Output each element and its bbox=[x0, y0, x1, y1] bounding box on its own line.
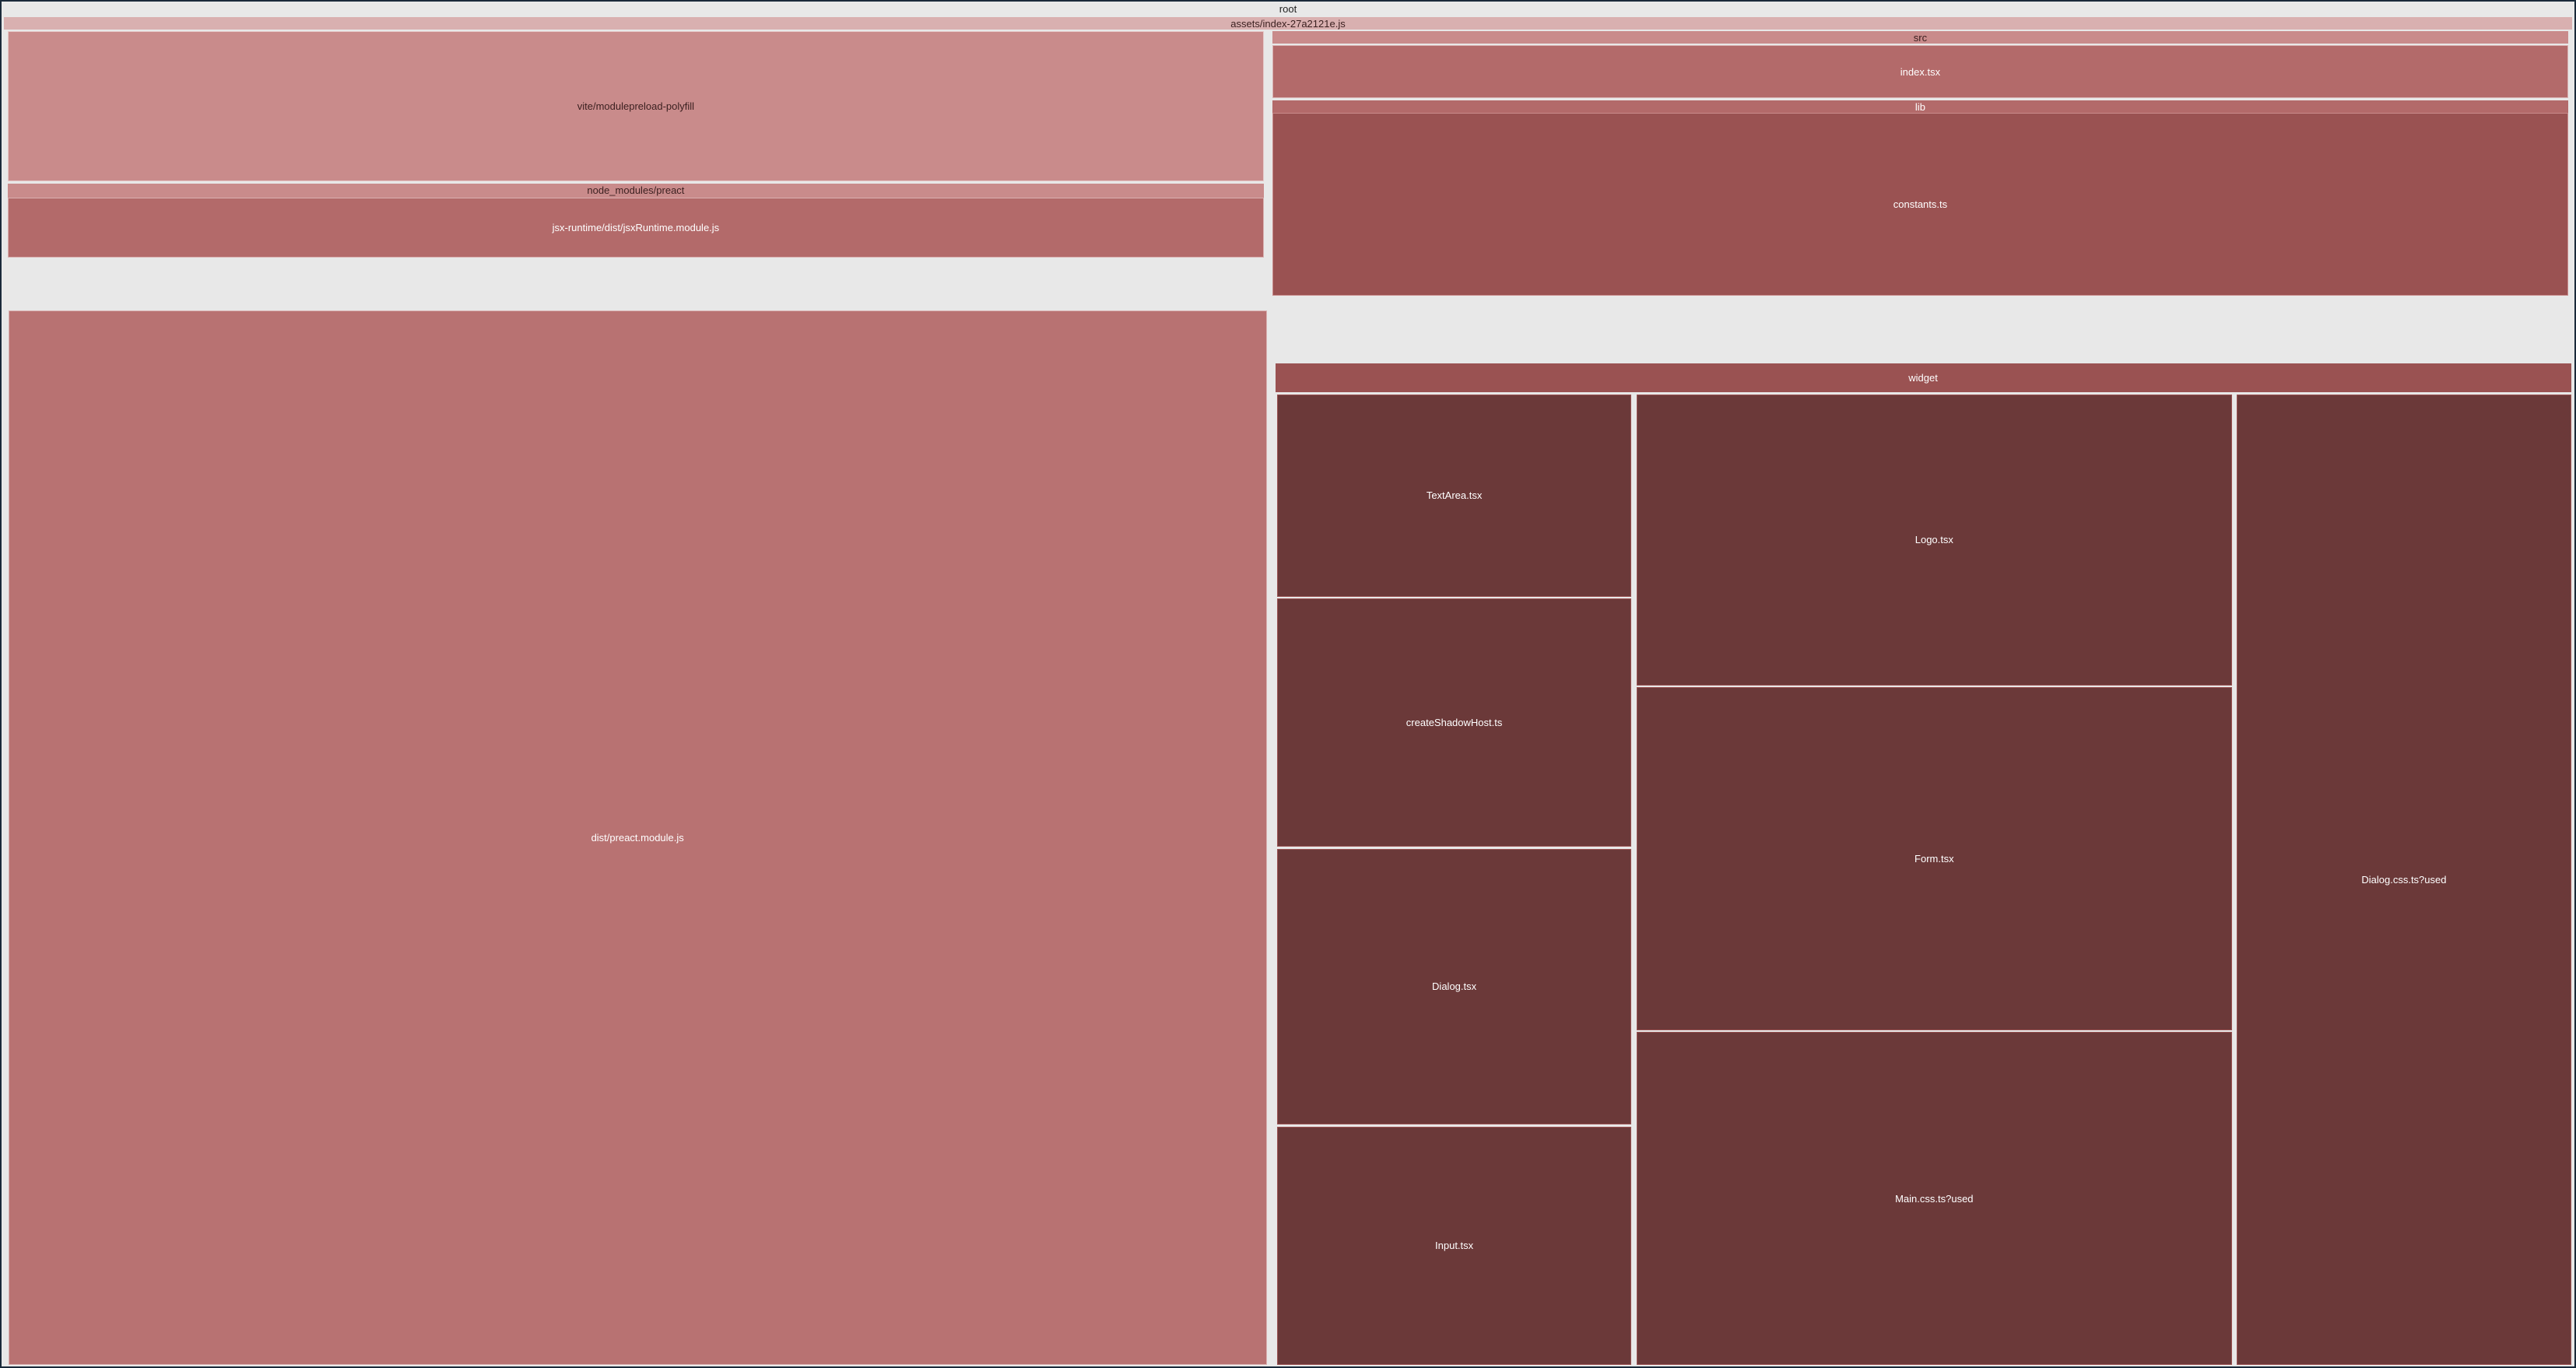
label-index-tsx: index.tsx bbox=[1900, 66, 1940, 78]
label-textarea: TextArea.tsx bbox=[1427, 489, 1483, 501]
node-jsx-runtime[interactable]: jsx-runtime/dist/jsxRuntime.module.js bbox=[8, 198, 1263, 258]
label-preact-module: dist/preact.module.js bbox=[591, 832, 684, 844]
label-widget: widget bbox=[1908, 372, 1938, 384]
label-form: Form.tsx bbox=[1914, 853, 1954, 865]
node-dialog-tsx[interactable]: Dialog.tsx bbox=[1277, 849, 1632, 1125]
label-dialog-css: Dialog.css.ts?used bbox=[2361, 874, 2446, 886]
label-assets: assets/index-27a2121e.js bbox=[1230, 18, 1345, 30]
node-assets-header[interactable]: assets/index-27a2121e.js bbox=[4, 17, 2572, 30]
node-textarea-tsx[interactable]: TextArea.tsx bbox=[1277, 395, 1632, 597]
node-logo-tsx[interactable]: Logo.tsx bbox=[1637, 395, 2232, 686]
label-dialog: Dialog.tsx bbox=[1432, 980, 1476, 992]
node-main-css-ts[interactable]: Main.css.ts?used bbox=[1637, 1032, 2232, 1364]
node-widget-header[interactable]: widget bbox=[1276, 363, 2571, 392]
label-input: Input.tsx bbox=[1435, 1240, 1473, 1251]
node-preact-header[interactable]: node_modules/preact bbox=[8, 184, 1263, 198]
node-root-header[interactable]: root bbox=[2, 2, 2574, 16]
node-input-tsx[interactable]: Input.tsx bbox=[1277, 1127, 1632, 1365]
node-src-header[interactable]: src bbox=[1272, 31, 2568, 44]
node-lib-header[interactable]: lib bbox=[1272, 100, 2568, 113]
label-lib: lib bbox=[1915, 101, 1925, 113]
node-dialog-css-ts[interactable]: Dialog.css.ts?used bbox=[2237, 395, 2571, 1365]
node-preact-module[interactable]: dist/preact.module.js bbox=[9, 310, 1267, 1365]
label-main-css: Main.css.ts?used bbox=[1895, 1193, 1973, 1205]
node-form-tsx[interactable]: Form.tsx bbox=[1637, 687, 2232, 1030]
label-preact: node_modules/preact bbox=[587, 184, 684, 196]
label-root: root bbox=[1279, 3, 1297, 15]
node-index-tsx[interactable]: index.tsx bbox=[1272, 45, 2568, 98]
label-constants: constants.ts bbox=[1893, 198, 1947, 210]
label-jsx-runtime: jsx-runtime/dist/jsxRuntime.module.js bbox=[553, 222, 720, 233]
node-vite-modulepreload-polyfill[interactable]: vite/modulepreload-polyfill bbox=[8, 31, 1263, 181]
treemap-root[interactable]: root assets/index-27a2121e.js vite/modul… bbox=[0, 0, 2576, 1368]
label-src: src bbox=[1914, 32, 1927, 44]
node-constants-ts[interactable]: constants.ts bbox=[1272, 113, 2568, 296]
label-createshadowhost: createShadowHost.ts bbox=[1406, 717, 1503, 728]
label-logo: Logo.tsx bbox=[1915, 534, 1953, 545]
node-createshadowhost-ts[interactable]: createShadowHost.ts bbox=[1277, 598, 1632, 847]
label-vite: vite/modulepreload-polyfill bbox=[577, 100, 694, 112]
